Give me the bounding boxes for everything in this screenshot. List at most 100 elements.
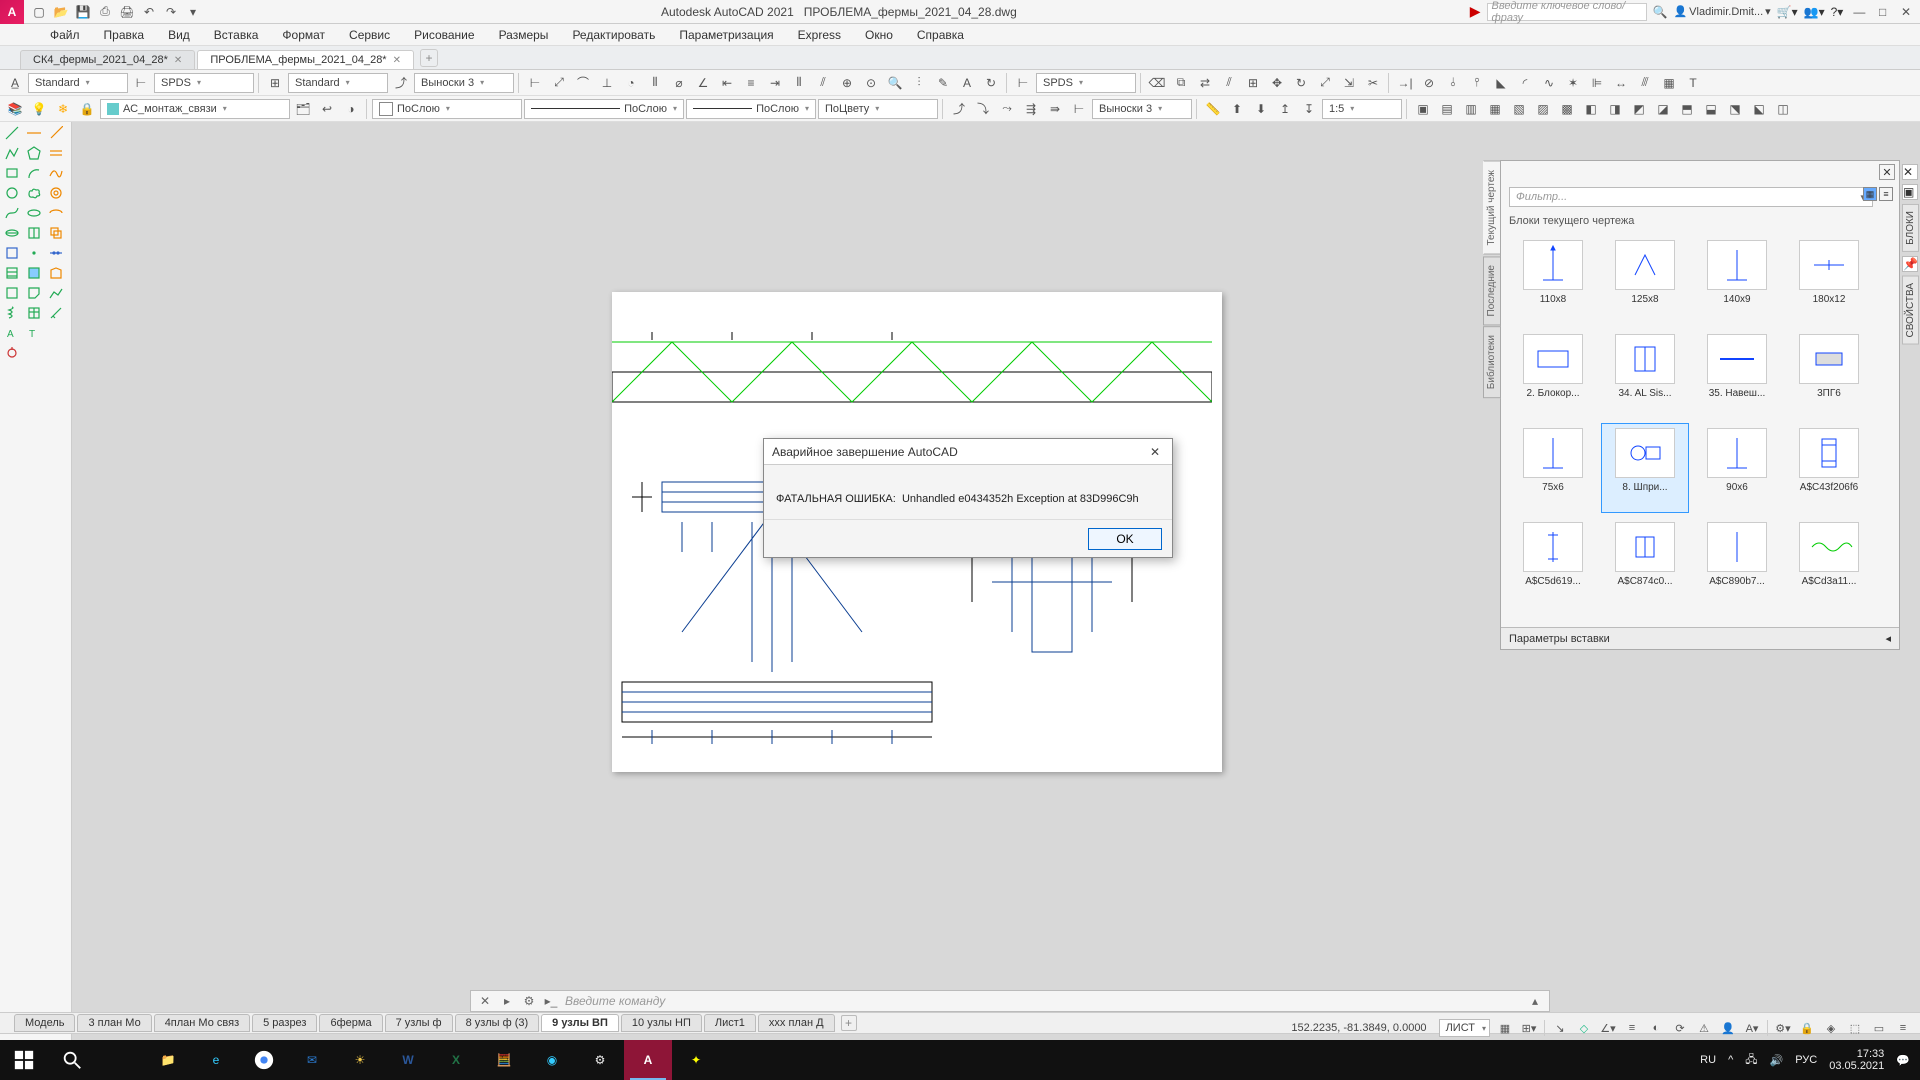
cleanscreen-icon[interactable]: ▭ <box>1870 1019 1888 1037</box>
layer-lock-icon[interactable]: 🔒 <box>76 99 98 119</box>
spds-8-icon[interactable]: ◧ <box>1580 99 1602 119</box>
block-item[interactable]: 90x6 <box>1693 423 1781 513</box>
ellipse-axis-icon[interactable] <box>2 224 22 242</box>
menu-parametric[interactable]: Параметризация <box>669 26 783 44</box>
spds-3-icon[interactable]: ▥ <box>1460 99 1482 119</box>
dim-continue-icon[interactable]: ⇥ <box>764 73 786 93</box>
spds-15-icon[interactable]: ⬕ <box>1748 99 1770 119</box>
align-icon[interactable]: ⊫ <box>1586 73 1608 93</box>
saveas-icon[interactable]: ⎙ <box>96 3 114 21</box>
cmdline-close-icon[interactable]: ✕ <box>477 993 493 1009</box>
word-icon[interactable]: W <box>384 1040 432 1080</box>
rail-tab-blocks[interactable]: БЛОКИ <box>1902 204 1919 252</box>
menu-window[interactable]: Окно <box>855 26 903 44</box>
draworder-below-icon[interactable]: ↧ <box>1298 99 1320 119</box>
draworder-front-icon[interactable]: ⬆ <box>1226 99 1248 119</box>
osnap-icon[interactable]: ◇ <box>1575 1019 1593 1037</box>
break-icon[interactable]: ⫰ <box>1442 73 1464 93</box>
palette-tab-current[interactable]: Текущий чертеж <box>1483 161 1501 255</box>
break-point-icon[interactable]: ⊘ <box>1418 73 1440 93</box>
dim-ordinate-icon[interactable]: ⊥ <box>596 73 618 93</box>
otrack-icon[interactable]: ∠▾ <box>1599 1019 1617 1037</box>
donut-icon[interactable] <box>46 184 66 202</box>
layer-isolate-icon[interactable]: ◑ <box>340 99 362 119</box>
menu-help[interactable]: Справка <box>907 26 974 44</box>
dim-diameter-icon[interactable]: ⌀ <box>668 73 690 93</box>
tolerance-icon[interactable]: ⊕ <box>836 73 858 93</box>
spds-2-icon[interactable]: ▤ <box>1436 99 1458 119</box>
palette-tab-recent[interactable]: Последние <box>1483 256 1501 325</box>
transparency-icon[interactable]: ◐ <box>1647 1019 1665 1037</box>
extend-icon[interactable]: →| <box>1394 73 1416 93</box>
point-icon[interactable] <box>24 244 44 262</box>
menu-format[interactable]: Формат <box>272 26 335 44</box>
cmdline-expand-icon[interactable]: ▴ <box>1527 993 1543 1009</box>
explode-icon[interactable]: ✶ <box>1562 73 1584 93</box>
palette-close-icon[interactable]: ✕ <box>1879 164 1895 180</box>
lengthen-icon[interactable]: ↔ <box>1610 73 1632 93</box>
boundary-icon[interactable] <box>46 264 66 282</box>
excel-icon[interactable]: X <box>432 1040 480 1080</box>
cmdline-customize-icon[interactable]: ⚙ <box>521 993 537 1009</box>
layout-tab[interactable]: 8 узлы ф (3) <box>455 1014 540 1032</box>
spds-14-icon[interactable]: ⬔ <box>1724 99 1746 119</box>
circle-icon[interactable] <box>2 184 22 202</box>
layer-previous-icon[interactable]: ↩ <box>316 99 338 119</box>
search-button[interactable] <box>48 1040 96 1080</box>
taskbar-clock[interactable]: 17:3303.05.2021 <box>1829 1048 1884 1072</box>
dim-space-icon[interactable]: ⫴ <box>788 73 810 93</box>
block-item[interactable]: 75x6 <box>1509 423 1597 513</box>
dialog-ok-button[interactable]: OK <box>1088 528 1162 550</box>
explorer-icon[interactable]: 📁 <box>144 1040 192 1080</box>
text-style-combo[interactable]: Standard <box>28 73 128 93</box>
close-tab-icon[interactable]: ✕ <box>174 55 182 66</box>
block-item[interactable]: A$Cd3a11... <box>1785 517 1873 607</box>
measure-icon[interactable] <box>46 304 66 322</box>
layout-tab[interactable]: 10 узлы НП <box>621 1014 702 1032</box>
leader-remove-icon[interactable]: ⤳ <box>996 99 1018 119</box>
block-item[interactable]: A$C890b7... <box>1693 517 1781 607</box>
copy-icon[interactable]: ⧉ <box>1170 73 1192 93</box>
stay-connected-icon[interactable]: 👥▾ <box>1804 5 1825 19</box>
rotate-icon[interactable]: ↻ <box>1290 73 1312 93</box>
dim-style-icon[interactable]: ⊢ <box>130 73 152 93</box>
layout-tab[interactable]: 6ферма <box>319 1014 382 1032</box>
dim-quick-icon[interactable]: ⇤ <box>716 73 738 93</box>
spds-combo-2[interactable]: SPDS <box>1036 73 1136 93</box>
qat-more-icon[interactable]: ▾ <box>184 3 202 21</box>
draworder-above-icon[interactable]: ↥ <box>1274 99 1296 119</box>
layout-tab[interactable]: 5 разрез <box>252 1014 317 1032</box>
action-center-icon[interactable]: 💬 <box>1896 1054 1910 1067</box>
cmdline-recent-icon[interactable]: ▸ <box>499 993 515 1009</box>
annoscale-toggle-icon[interactable]: 👤 <box>1719 1019 1737 1037</box>
move-icon[interactable]: ✥ <box>1266 73 1288 93</box>
layout-add-button[interactable]: + <box>841 1015 857 1031</box>
polygon-icon[interactable] <box>24 144 44 162</box>
help-search-input[interactable]: Введите ключевое слово/фразу <box>1487 3 1647 21</box>
dim-baseline-icon[interactable]: ≡ <box>740 73 762 93</box>
menu-file[interactable]: Файл <box>40 26 90 44</box>
wipeout-icon[interactable] <box>24 284 44 302</box>
document-tab[interactable]: ПРОБЛЕМА_фермы_2021_04_28*✕ <box>197 50 414 69</box>
ellipse-arc-icon[interactable] <box>46 204 66 222</box>
calculator-icon[interactable]: 🧮 <box>480 1040 528 1080</box>
maximize-button[interactable]: □ <box>1873 5 1893 19</box>
outlook-icon[interactable]: ✉ <box>288 1040 336 1080</box>
spds-6-icon[interactable]: ▨ <box>1532 99 1554 119</box>
line-icon[interactable] <box>2 124 22 142</box>
arc-icon[interactable] <box>24 164 44 182</box>
dim-edit-icon[interactable]: ✎ <box>932 73 954 93</box>
dim-linear-icon[interactable]: ⊢ <box>524 73 546 93</box>
spds-4-icon[interactable]: ▦ <box>1484 99 1506 119</box>
new-icon[interactable]: ▢ <box>30 3 48 21</box>
gradient-icon[interactable] <box>24 264 44 282</box>
layout-tab[interactable]: Модель <box>14 1014 75 1032</box>
rail-tab-properties[interactable]: СВОЙСТВА <box>1902 276 1919 345</box>
dim-angular-icon[interactable]: ∠ <box>692 73 714 93</box>
jog-line-icon[interactable]: ⫶ <box>908 73 930 93</box>
spds-1-icon[interactable]: ▣ <box>1412 99 1434 119</box>
rectangle-icon[interactable] <box>2 164 22 182</box>
block-insert-icon[interactable] <box>24 224 44 242</box>
menu-express[interactable]: Express <box>788 26 851 44</box>
block-item[interactable]: 110x8 <box>1509 235 1597 325</box>
